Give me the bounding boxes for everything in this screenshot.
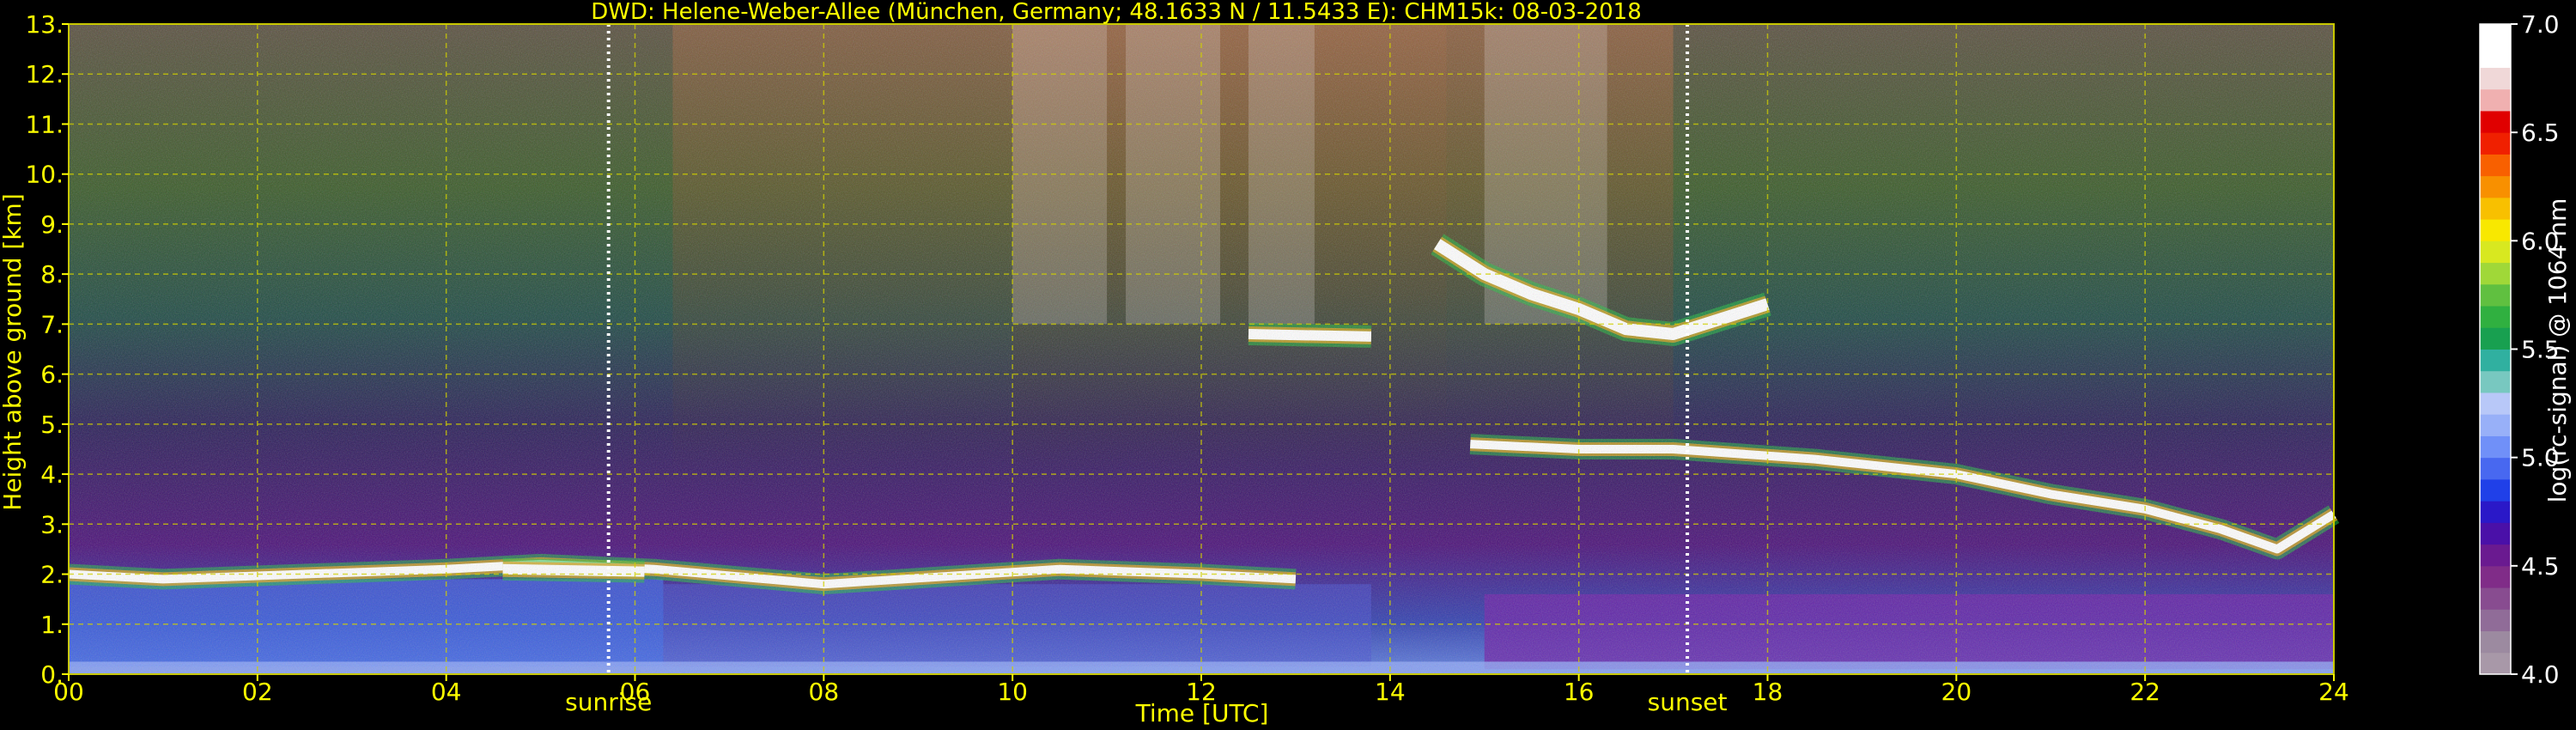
colorbar-segment [2480,609,2511,632]
y-tick-label: 0. [40,660,64,689]
y-tick-label: 1. [40,611,64,639]
colorbar-segment [2480,327,2511,350]
x-tick-label: 20 [1941,678,1972,706]
colorbar-segment [2480,67,2511,90]
colorbar-segment [2480,652,2511,675]
colorbar-segment [2480,501,2511,523]
y-tick-label: 3. [40,510,64,538]
colorbar-segment [2480,262,2511,285]
x-tick-label: 10 [997,678,1028,706]
x-tick-label: 18 [1753,678,1783,706]
colorbar-segment [2480,24,2511,46]
colorbar-tick-label: 6.5 [2521,119,2560,147]
x-tick-label: 06 [620,678,651,706]
sunset-label: sunset [1648,688,1728,716]
x-tick-label: 24 [2318,678,2349,706]
colorbar-segment [2480,457,2511,480]
x-tick-label: 04 [431,678,462,706]
colorbar-tick-label: 4.5 [2521,552,2560,581]
colorbar-segment [2480,197,2511,220]
y-tick-label: 9. [40,210,64,239]
colorbar-segment [2480,630,2511,654]
plot-area: sunrise sunset [68,23,2340,716]
colorbar-segment [2480,370,2511,393]
colorbar-segment [2480,283,2511,307]
chart-title: DWD: Helene-Weber-Allee (München, German… [591,0,1642,25]
colorbar-segment [2480,219,2511,241]
y-axis-label: Height above ground [km] [0,193,27,511]
colorbar-segment [2480,46,2511,68]
x-tick-label: 22 [2129,678,2160,706]
colorbar-segment [2480,392,2511,415]
colorbar-segment [2480,478,2511,502]
x-tick-label: 14 [1375,678,1406,706]
y-tick-label: 7. [40,310,64,338]
colorbar-tick-label: 4.0 [2521,660,2560,689]
y-tick-label: 5. [40,411,64,439]
colorbar-segment [2480,110,2511,133]
colorbar-segment [2480,587,2511,610]
x-tick-label: 16 [1564,678,1595,706]
colorbar-segment [2480,349,2511,372]
colorbar-segment [2480,132,2511,155]
y-tick-label: 13. [25,10,64,39]
colorbar-segment [2480,175,2511,198]
y-tick-label: 6. [40,361,64,389]
colorbar-tick-label: 7.0 [2521,10,2560,39]
y-tick-label: 8. [40,260,64,289]
x-axis-label: Time [UTC] [1135,699,1269,727]
colorbar-segment [2480,435,2511,459]
y-tick-label: 10. [25,161,64,189]
y-tick-label: 12. [25,60,64,88]
colorbar-segment [2480,565,2511,588]
colorbar-segment [2480,240,2511,264]
x-tick-label: 08 [809,678,840,706]
x-tick-label: 02 [242,678,273,706]
y-tick-label: 11. [25,110,64,138]
colorbar-segment [2480,522,2511,545]
y-tick-label: 2. [40,561,64,589]
colorbar-segment [2480,154,2511,177]
y-tick-label: 4. [40,460,64,489]
lidar-ceilometer-chart: sunrise sunset 00 02 04 06 08 10 12 14 16 18 20 22 24… [0,0,2572,727]
colorbar-segment [2480,306,2511,328]
colorbar-segment [2480,544,2511,567]
colorbar-label: log(rc-signal) @ 1064 nm [2543,198,2572,503]
colorbar-segment [2480,88,2511,112]
colorbar-segment [2480,414,2511,436]
